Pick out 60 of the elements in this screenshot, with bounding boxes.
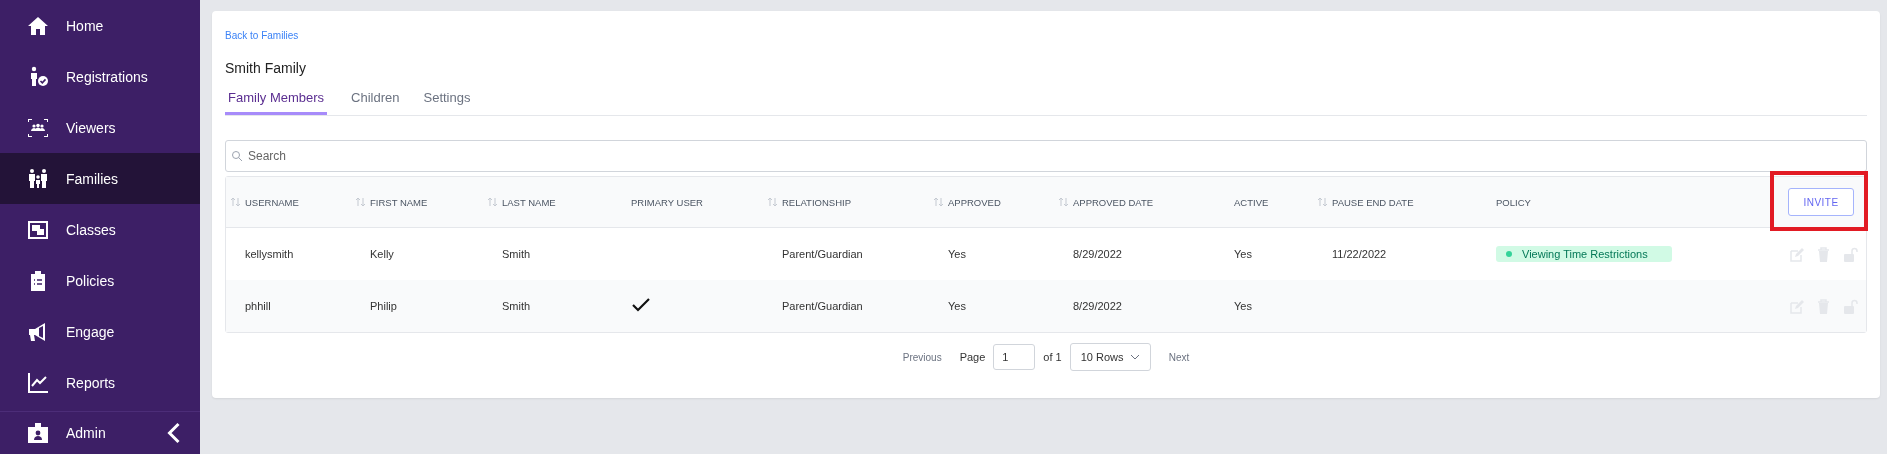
next-link[interactable]: Next (1168, 351, 1190, 363)
column-header[interactable]: APPROVED DATE (1073, 196, 1154, 208)
tab[interactable]: Family Members (225, 88, 328, 115)
chart-line-icon (26, 370, 50, 395)
table-cell: Smith (502, 248, 531, 260)
table-cell: Yes (1234, 300, 1252, 312)
sort-icon[interactable] (1317, 197, 1328, 207)
sort-icon[interactable] (1058, 197, 1069, 207)
tab[interactable]: Settings (423, 88, 471, 115)
sort-icon[interactable] (933, 197, 944, 207)
table-cell: Philip (370, 300, 397, 312)
table-cell: Parent/Guardian (782, 248, 863, 260)
table-cell: kellysmith (245, 248, 294, 260)
table-cell: 8/29/2022 (1073, 248, 1122, 260)
page-count: of 1 (1043, 351, 1062, 363)
invite-button[interactable]: INVITE (1788, 188, 1854, 216)
search-field[interactable]: Search (225, 140, 1867, 172)
table-cell: Yes (948, 300, 966, 312)
sort-icon[interactable] (767, 197, 778, 207)
table-cell: Kelly (370, 248, 394, 260)
nav-item[interactable]: Families (0, 153, 200, 204)
search-icon (231, 150, 243, 162)
table-cell: Yes (1234, 248, 1252, 260)
page-label: Page (959, 351, 986, 363)
family-icon (26, 166, 50, 191)
rows-select[interactable]: 10 Rows (1069, 343, 1151, 371)
column-header[interactable]: PAUSE END DATE (1332, 196, 1414, 208)
sort-icon[interactable] (355, 197, 366, 207)
table-cell: 11/22/2022 (1332, 248, 1387, 260)
previous-link[interactable]: Previous (902, 351, 942, 363)
nav-item[interactable]: Viewers (0, 102, 200, 153)
table-cell: Yes (948, 248, 966, 260)
column-header[interactable]: USERNAME (245, 196, 299, 208)
table-cell: Smith (502, 300, 531, 312)
table-cell: phhill (245, 300, 271, 312)
column-header[interactable]: LAST NAME (502, 196, 556, 208)
nav-item[interactable]: Admin (0, 411, 200, 454)
page-title: Smith Family (225, 60, 307, 76)
back-link[interactable]: Back to Families (225, 30, 299, 41)
nav-item[interactable]: Home (0, 0, 200, 51)
table-cell: 8/29/2022 (1073, 300, 1122, 312)
column-header[interactable]: FIRST NAME (370, 196, 428, 208)
column-header[interactable]: RELATIONSHIP (782, 196, 851, 208)
table-cell: Parent/Guardian (782, 300, 863, 312)
column-header[interactable]: PRIMARY USER (631, 196, 703, 208)
column-header[interactable]: APPROVED (948, 196, 1001, 208)
chevron-down-icon (1129, 354, 1140, 360)
nav-item[interactable]: Policies (0, 255, 200, 306)
sort-icon[interactable] (230, 197, 241, 207)
nav-item[interactable]: Engage (0, 306, 200, 357)
id-badge-icon (26, 421, 50, 445)
page-field[interactable]: 1 (993, 344, 1036, 370)
column-header[interactable]: ACTIVE (1234, 196, 1269, 208)
sort-icon[interactable] (487, 197, 498, 207)
nav-item[interactable]: Reports (0, 357, 200, 408)
nav-item[interactable]: Classes (0, 204, 200, 255)
nav-item[interactable]: Registrations (0, 51, 200, 102)
policy-tag: Viewing Time Restrictions (1496, 246, 1672, 262)
tab[interactable]: Children (351, 88, 400, 115)
column-header[interactable]: POLICY (1496, 196, 1531, 208)
